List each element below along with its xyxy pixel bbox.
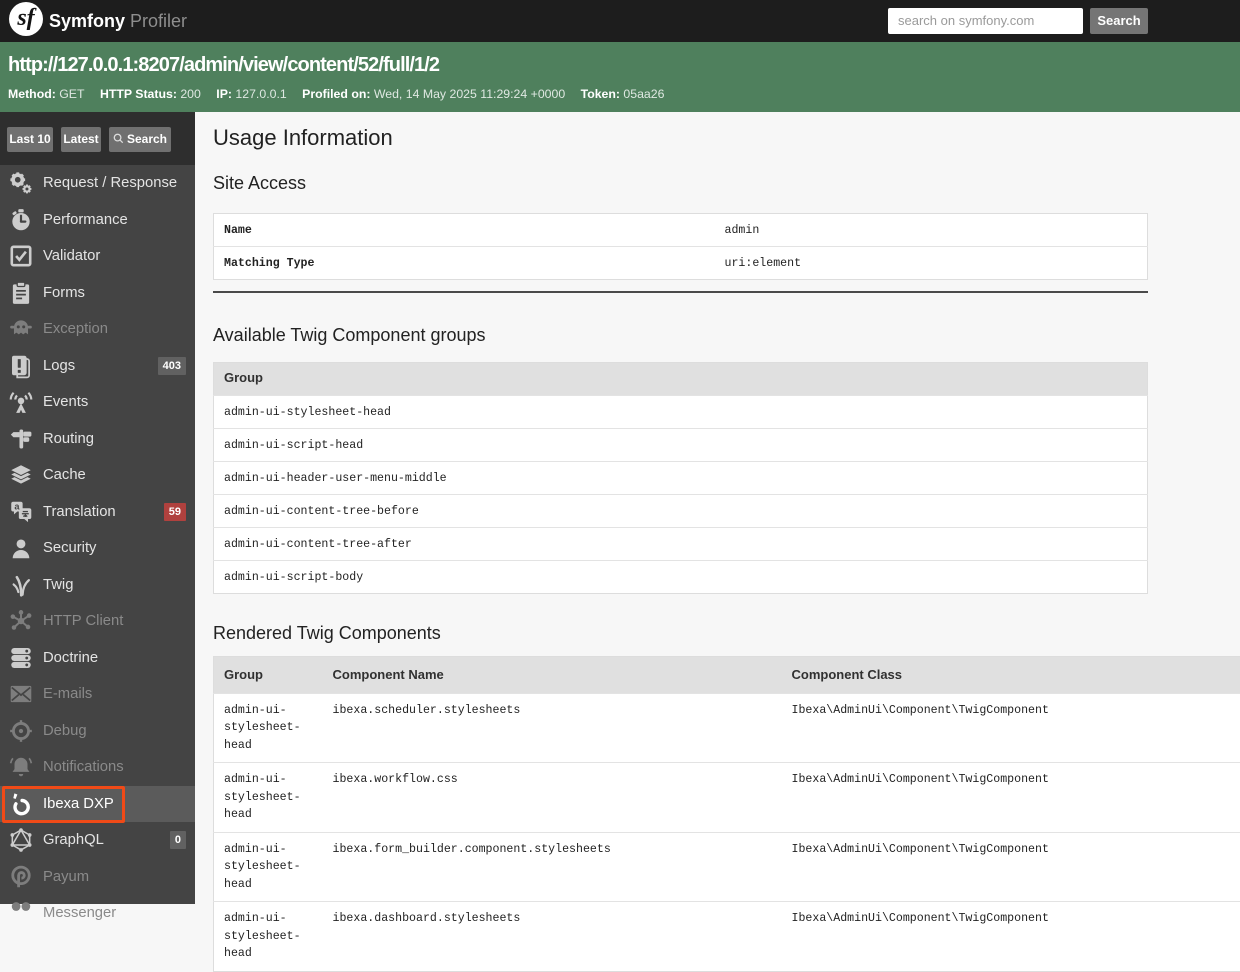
svg-text:a: a [14, 501, 20, 511]
